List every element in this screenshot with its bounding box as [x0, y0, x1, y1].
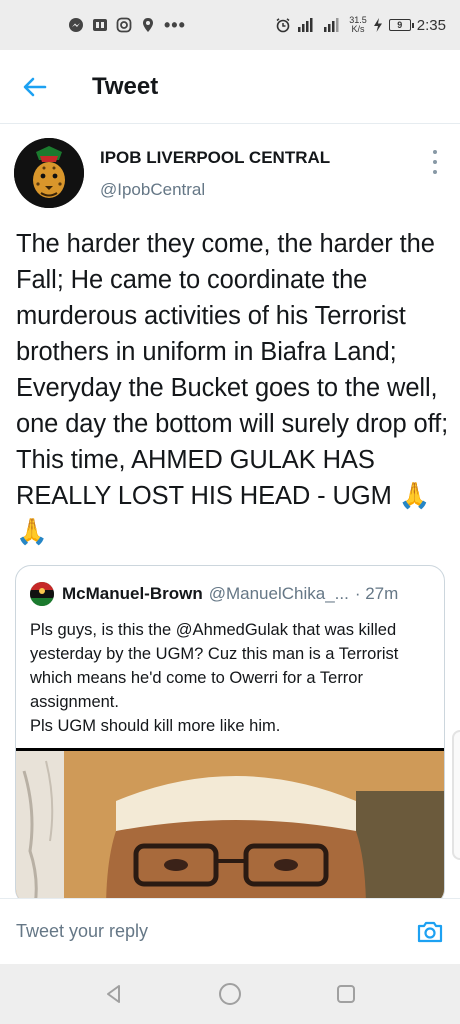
circle-home-icon — [219, 983, 241, 1005]
quoted-tweet[interactable]: McManuel-Brown @ManuelChika_... · 27m Pl… — [15, 565, 445, 905]
more-dot — [433, 160, 437, 164]
more-options-button[interactable] — [430, 150, 440, 174]
triangle-back-icon — [107, 985, 120, 1003]
more-notifications-icon: ••• — [164, 15, 186, 35]
more-dot — [433, 150, 437, 154]
battery-level: 9 — [397, 20, 403, 30]
page-title: Tweet — [92, 72, 159, 100]
tweet-author: IPOB LIVERPOOL CENTRAL @IpobCentral — [0, 124, 460, 224]
charging-icon — [373, 18, 382, 32]
avatar[interactable] — [14, 138, 84, 208]
quoted-text-line: Pls guys, is this the @AhmedGulak that w… — [30, 621, 399, 711]
back-button[interactable] — [0, 50, 70, 124]
leopard-logo-icon — [14, 138, 84, 208]
system-nav-bar — [0, 964, 460, 1024]
portrait-photo — [16, 751, 444, 904]
more-dot — [433, 170, 437, 174]
messenger-icon — [69, 18, 83, 32]
nav-recents-button[interactable] — [328, 976, 364, 1012]
quoted-author-handle: @ManuelChika_... — [208, 584, 349, 603]
back-arrow-icon — [23, 77, 47, 96]
quoted-author-name: McManuel-Brown — [62, 584, 203, 603]
clock: 2:35 — [416, 16, 446, 34]
app-header: Tweet — [0, 50, 460, 124]
signal-icon — [298, 18, 313, 32]
quoted-text-line: Pls UGM should kill more like him. — [30, 717, 281, 735]
status-bar: ••• 31.5 K/s 9 2:35 — [0, 0, 460, 50]
network-speed-unit: K/s — [351, 24, 365, 34]
quoted-avatar — [30, 582, 54, 606]
nav-back-button[interactable] — [96, 976, 132, 1012]
quoted-tweet-text: Pls guys, is this the @AhmedGulak that w… — [30, 618, 438, 738]
flag-avatar-icon — [30, 582, 54, 606]
reply-input[interactable] — [0, 898, 400, 965]
app-icon — [93, 19, 107, 31]
alarm-icon — [276, 18, 290, 33]
signal-icon — [324, 18, 339, 32]
quoted-tweet-image[interactable] — [16, 748, 444, 904]
author-name[interactable]: IPOB LIVERPOOL CENTRAL — [100, 148, 330, 168]
author-handle[interactable]: @IpobCentral — [100, 180, 205, 200]
camera-icon — [417, 921, 443, 942]
quoted-timestamp: · 27m — [354, 584, 399, 603]
scroll-handle[interactable] — [452, 730, 460, 860]
tweet-text: The harder they come, the harder the Fal… — [16, 230, 449, 546]
system-indicators: 31.5 K/s 9 2:35 — [275, 16, 446, 34]
nav-home-button[interactable] — [212, 976, 248, 1012]
instagram-icon — [116, 17, 132, 33]
notification-icons: ••• — [68, 16, 186, 34]
battery-icon: 9 — [388, 19, 414, 31]
quoted-tweet-header: McManuel-Brown @ManuelChika_... · 27m — [30, 582, 432, 606]
camera-button[interactable] — [400, 899, 460, 965]
square-recents-icon — [337, 985, 355, 1003]
location-icon — [143, 18, 153, 32]
network-speed: 31.5 K/s — [349, 16, 367, 34]
reply-bar — [0, 898, 460, 965]
